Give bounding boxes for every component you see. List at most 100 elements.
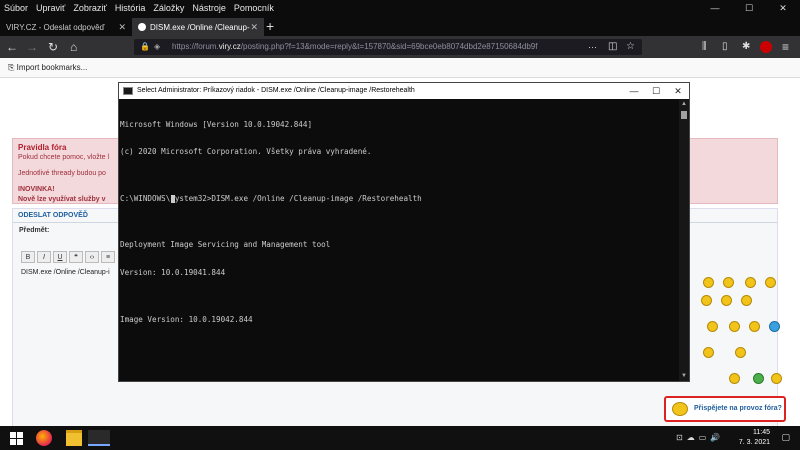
menu-file[interactable]: Súbor — [0, 3, 32, 13]
new-tab-button[interactable]: + — [266, 17, 274, 35]
forward-icon[interactable]: → — [26, 39, 38, 55]
menu-hamburger-icon[interactable]: ≡ — [782, 39, 789, 55]
scroll-thumb[interactable] — [681, 111, 687, 119]
smiley-icon[interactable] — [753, 373, 764, 384]
bold-button[interactable]: B — [21, 251, 35, 263]
tracking-shield-icon[interactable]: ◈ — [154, 39, 160, 55]
firefox-taskbar-icon[interactable] — [36, 430, 52, 446]
console-line: Version: 10.0.19041.844 — [120, 268, 226, 278]
taskbar: ⊡☁▭🔊 11:45 7. 3. 2021 ▢ — [0, 426, 800, 450]
windows-start-icon[interactable] — [8, 430, 24, 446]
scroll-down-icon[interactable]: ▼ — [679, 371, 689, 381]
underline-button[interactable]: U — [53, 251, 67, 263]
smiley-icon[interactable] — [735, 347, 746, 358]
sidebar-icon[interactable]: ▯ — [722, 39, 728, 55]
lock-icon: 🔒 — [140, 42, 150, 51]
console-line: C:\WINDOWS\system32>DISM.exe /Online /Cl… — [120, 193, 422, 203]
tab-label: DISM.exe /Online /Cleanup-im — [150, 22, 250, 32]
menu-bookmarks[interactable]: Záložky — [149, 3, 188, 13]
command-prompt-window[interactable]: Select Administrator: Príkazový riadok -… — [118, 82, 690, 382]
smiley-icon[interactable] — [729, 321, 740, 332]
cmd-taskbar-icon[interactable] — [88, 430, 110, 446]
smiley-icon[interactable] — [749, 321, 760, 332]
menu-view[interactable]: Zobraziť — [69, 3, 110, 13]
clock-date: 7. 3. 2021 — [738, 439, 770, 446]
menu-bar: Súbor Upraviť Zobraziť História Záložky … — [0, 0, 800, 16]
smiley-icon[interactable] — [769, 321, 780, 332]
smiley-icon[interactable] — [701, 295, 712, 306]
url-prefix: https://forum. — [172, 42, 219, 51]
smiley-icon[interactable] — [771, 373, 782, 384]
extension-icon[interactable]: ✱ — [742, 39, 750, 55]
import-bookmarks-link[interactable]: ⎘ Import bookmarks... — [8, 63, 87, 72]
smiley-icon[interactable] — [729, 373, 740, 384]
menu-history[interactable]: História — [111, 3, 150, 13]
import-icon: ⎘ — [8, 63, 17, 72]
close-tab-icon[interactable]: ✕ — [250, 22, 258, 33]
smiley-icon[interactable] — [703, 347, 714, 358]
close-icon[interactable]: ✕ — [667, 83, 689, 99]
console-scrollbar[interactable]: ▲ ▼ — [679, 99, 689, 381]
pocket-icon[interactable]: ◫ — [608, 39, 617, 55]
smiley-icon[interactable] — [721, 295, 732, 306]
smiley-icon[interactable] — [707, 321, 718, 332]
minimize-icon[interactable]: — — [623, 83, 645, 99]
bookmarks-bar: ⎘ Import bookmarks... — [0, 58, 800, 78]
menu-help[interactable]: Pomocník — [230, 3, 278, 13]
menu-tools[interactable]: Nástroje — [188, 3, 230, 13]
message-textarea[interactable]: DISM.exe /Online /Cleanup-i — [21, 269, 110, 276]
library-icon[interactable]: ⫼ — [702, 39, 707, 55]
console-line: Image Version: 10.0.19042.844 — [120, 314, 253, 324]
console-output[interactable]: Microsoft Windows [Version 10.0.19042.84… — [119, 99, 681, 381]
scroll-up-icon[interactable]: ▲ — [679, 99, 689, 109]
reload-icon[interactable]: ↻ — [48, 39, 58, 55]
system-tray-icons[interactable]: ⊡☁▭🔊 — [676, 433, 724, 442]
home-icon[interactable]: ⌂ — [70, 39, 77, 55]
tab-dism[interactable]: DISM.exe /Online /Cleanup-im ✕ — [132, 18, 264, 36]
close-tab-icon[interactable]: ✕ — [118, 22, 126, 33]
menu-edit[interactable]: Upraviť — [32, 3, 69, 13]
editor-toolbar: B I U ❝ ‹› ≡ — [21, 251, 115, 263]
clock-time: 11:45 — [753, 429, 770, 436]
subject-label: Předmět: — [19, 227, 50, 234]
maximize-icon[interactable]: ☐ — [732, 0, 766, 16]
import-bookmarks-label: Import bookmarks... — [16, 63, 88, 72]
smiley-icon[interactable] — [765, 277, 776, 288]
minimize-icon[interactable]: — — [698, 0, 732, 16]
smiley-icon[interactable] — [741, 295, 752, 306]
italic-button[interactable]: I — [37, 251, 51, 263]
console-line: (c) 2020 Microsoft Corporation. Všetky p… — [120, 147, 372, 157]
google-icon — [138, 23, 146, 31]
tab-viry-reply[interactable]: VIRY.CZ - Odeslat odpověď ✕ — [0, 18, 132, 36]
clock[interactable]: 11:45 7. 3. 2021 — [739, 428, 770, 448]
code-button[interactable]: ‹› — [85, 251, 99, 263]
quote-button[interactable]: ❝ — [69, 251, 83, 263]
window-controls: — ☐ ✕ — [698, 0, 800, 16]
coins-icon — [672, 402, 688, 416]
donate-button[interactable]: Přispějete na provoz fóra? — [664, 396, 786, 422]
donate-label: Přispějete na provoz fóra? — [694, 405, 782, 412]
console-line: Deployment Image Servicing and Managemen… — [120, 240, 331, 250]
nav-bar: ← → ↻ ⌂ 🔒 ◈ https://forum.viry.cz/postin… — [0, 36, 800, 58]
page-actions-icon[interactable]: ··· — [588, 39, 597, 55]
url-domain: viry.cz — [218, 42, 241, 51]
smiley-icon[interactable] — [723, 277, 734, 288]
console-titlebar[interactable]: Select Administrator: Príkazový riadok -… — [119, 83, 689, 99]
text-cursor — [171, 195, 175, 203]
smiley-icon[interactable] — [745, 277, 756, 288]
console-title: Select Administrator: Príkazový riadok -… — [137, 87, 415, 94]
tab-label: VIRY.CZ - Odeslat odpověď — [6, 22, 105, 32]
back-icon[interactable]: ← — [6, 39, 18, 55]
console-line: Microsoft Windows [Version 10.0.19042.84… — [120, 119, 313, 129]
notifications-icon[interactable]: ▢ — [781, 432, 790, 443]
list-button[interactable]: ≡ — [101, 251, 115, 263]
url-bar[interactable]: 🔒 ◈ https://forum.viry.cz/posting.php?f=… — [134, 39, 642, 55]
adblock-icon[interactable] — [760, 41, 772, 53]
file-explorer-icon[interactable] — [66, 430, 82, 446]
maximize-icon[interactable]: ☐ — [645, 83, 667, 99]
tab-strip: VIRY.CZ - Odeslat odpověď ✕ DISM.exe /On… — [0, 16, 800, 36]
bookmark-star-icon[interactable]: ☆ — [626, 39, 635, 55]
smiley-icon[interactable] — [703, 277, 714, 288]
close-icon[interactable]: ✕ — [766, 0, 800, 16]
cmd-icon — [123, 87, 133, 95]
